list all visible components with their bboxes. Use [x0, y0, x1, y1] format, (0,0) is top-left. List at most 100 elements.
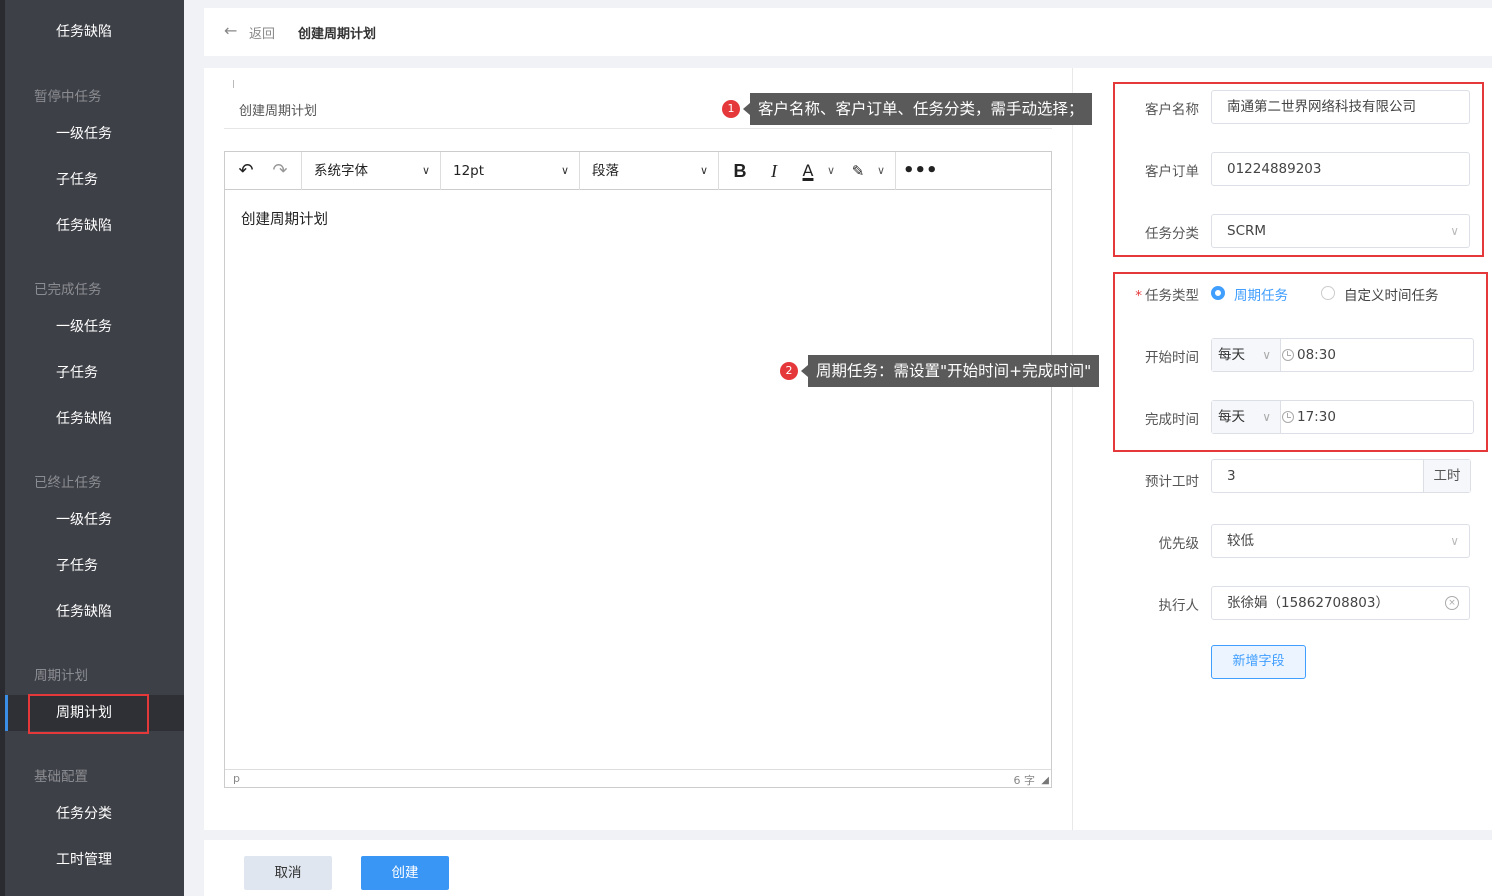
footer-bar: 取消 创建	[204, 840, 1492, 896]
italic-icon[interactable]: I	[761, 152, 787, 190]
chevron-down-icon: ∨	[560, 164, 569, 177]
annotation-tooltip-1: 客户名称、客户订单、任务分类，需手动选择；	[750, 93, 1092, 125]
font-size-value: 12pt	[453, 163, 485, 179]
sidebar-item-hours-management[interactable]: 工时管理	[5, 842, 184, 878]
annotation-number-2: 2	[780, 362, 798, 380]
start-frequency-select[interactable]: 每天 ∨	[1212, 339, 1281, 371]
back-arrow-icon[interactable]: ←	[224, 21, 237, 40]
chevron-down-icon: ∨	[1450, 534, 1459, 548]
sidebar-item-terminated-defects[interactable]: 任务缺陷	[5, 594, 184, 630]
page-header: ← 返回 创建周期计划	[204, 8, 1492, 56]
highlight-box-sidebar	[28, 694, 149, 734]
task-category-select[interactable]: SCRM ∨	[1211, 214, 1470, 248]
estimated-hours-label: 预计工时	[1145, 474, 1199, 490]
plan-title-input[interactable]: 创建周期计划	[239, 100, 317, 119]
end-time-label: 完成时间	[1145, 412, 1199, 428]
title-underline	[224, 128, 1052, 129]
chevron-down-icon[interactable]: ∨	[823, 152, 839, 190]
start-time-picker[interactable]: 08:30	[1282, 339, 1336, 371]
highlight-color-icon[interactable]: ✎	[845, 152, 871, 190]
task-category-value: SCRM	[1227, 223, 1267, 239]
word-count: 6 字	[1013, 774, 1036, 787]
assignee-label: 执行人	[1158, 598, 1200, 614]
tooltip-arrow	[801, 365, 808, 377]
sidebar-item-terminated-subtasks[interactable]: 子任务	[5, 548, 184, 584]
annotation-tooltip-2: 周期任务：需设置"开始时间+完成时间"	[808, 355, 1100, 387]
sidebar-item-paused-subtasks[interactable]: 子任务	[5, 162, 184, 198]
editor-content[interactable]: 创建周期计划	[241, 208, 328, 229]
required-asterisk: *	[1135, 288, 1142, 304]
estimated-hours-value: 3	[1227, 468, 1236, 484]
sidebar-item-paused-defects[interactable]: 任务缺陷	[5, 208, 184, 244]
create-button[interactable]: 创建	[361, 856, 449, 890]
tooltip-arrow	[743, 103, 750, 115]
assignee-value: 张徐娟（15862708803）	[1227, 595, 1389, 611]
start-time-value: 08:30	[1297, 347, 1336, 363]
estimated-hours-field[interactable]: 3 工时	[1211, 459, 1471, 493]
end-time-group: 每天 ∨ 17:30	[1211, 400, 1474, 434]
chevron-down-icon[interactable]: ∨	[873, 152, 889, 190]
radio-custom-time-task[interactable]	[1321, 286, 1335, 300]
bold-icon[interactable]: B	[727, 152, 753, 190]
assignee-select[interactable]: 张徐娟（15862708803） ×	[1211, 586, 1470, 620]
font-size-select[interactable]: 12pt ∨	[441, 152, 579, 190]
title-caret	[233, 80, 234, 88]
more-icon[interactable]: •••	[903, 152, 938, 190]
radio-custom-time-task-label[interactable]: 自定义时间任务	[1344, 284, 1439, 304]
clock-icon	[1282, 349, 1294, 361]
add-field-button[interactable]: 新增字段	[1211, 645, 1306, 679]
font-family-value: 系统字体	[314, 163, 368, 179]
chevron-down-icon: ∨	[699, 164, 708, 177]
sidebar-group-completed: 已完成任务	[34, 282, 102, 298]
radio-periodic-task[interactable]	[1211, 286, 1225, 300]
hours-unit-label: 工时	[1423, 460, 1470, 492]
sidebar-group-paused: 暂停中任务	[34, 89, 102, 105]
sidebar-item-terminated-level1[interactable]: 一级任务	[5, 502, 184, 538]
column-divider	[1072, 68, 1073, 830]
block-format-value: 段落	[592, 163, 619, 179]
editor-toolbar: ↶ ↷ 系统字体 ∨ 12pt ∨ 段落 ∨ B I A ∨ ✎ ∨ •••	[225, 152, 1051, 190]
undo-icon[interactable]: ↶	[231, 152, 261, 190]
customer-name-field[interactable]: 南通第二世界网络科技有限公司	[1211, 90, 1470, 124]
task-category-label: 任务分类	[1145, 226, 1199, 242]
chevron-down-icon: ∨	[421, 164, 430, 177]
sidebar-group-basic-config: 基础配置	[34, 769, 88, 785]
task-type-label: * 任务类型	[1119, 284, 1199, 304]
chevron-down-icon: ∨	[1262, 410, 1271, 424]
clock-icon	[1282, 411, 1294, 423]
text-color-icon[interactable]: A	[795, 152, 821, 190]
start-time-group: 每天 ∨ 08:30	[1211, 338, 1474, 372]
sidebar-item-task-category[interactable]: 任务分类	[5, 796, 184, 832]
sidebar-item-completed-defects[interactable]: 任务缺陷	[5, 401, 184, 437]
back-link[interactable]: 返回	[249, 23, 275, 42]
end-time-picker[interactable]: 17:30	[1282, 401, 1336, 433]
block-format-select[interactable]: 段落 ∨	[580, 152, 718, 190]
toolbar-separator	[895, 152, 896, 190]
start-time-label: 开始时间	[1145, 350, 1199, 366]
sidebar-item-task-defects[interactable]: 任务缺陷	[5, 14, 184, 50]
clear-icon[interactable]: ×	[1445, 596, 1459, 610]
sidebar-item-periodic-plan[interactable]: 周期计划	[5, 694, 184, 734]
sidebar-item-completed-subtasks[interactable]: 子任务	[5, 355, 184, 391]
redo-icon[interactable]: ↷	[265, 152, 295, 190]
priority-select[interactable]: 较低 ∨	[1211, 524, 1470, 558]
font-family-select[interactable]: 系统字体 ∨	[302, 152, 440, 190]
rich-text-editor: ↶ ↷ 系统字体 ∨ 12pt ∨ 段落 ∨ B I A ∨ ✎ ∨ ••• 创…	[224, 151, 1052, 788]
page-title: 创建周期计划	[298, 27, 377, 42]
cancel-button[interactable]: 取消	[244, 856, 332, 890]
radio-periodic-task-label[interactable]: 周期任务	[1234, 284, 1288, 304]
chevron-down-icon: ∨	[1450, 224, 1459, 238]
sidebar-group-periodic: 周期计划	[34, 668, 88, 684]
customer-order-field[interactable]: 01224889203	[1211, 152, 1470, 186]
annotation-number-1: 1	[722, 100, 740, 118]
end-time-value: 17:30	[1297, 409, 1336, 425]
end-frequency-select[interactable]: 每天 ∨	[1212, 401, 1281, 433]
element-path: p	[233, 772, 240, 785]
sidebar-item-completed-level1[interactable]: 一级任务	[5, 309, 184, 345]
editor-statusbar: p 6 字 ◢	[225, 769, 1051, 787]
task-type-label-text: 任务类型	[1145, 288, 1199, 304]
toolbar-separator	[718, 152, 719, 190]
resize-handle-icon[interactable]: ◢	[1041, 775, 1049, 786]
sidebar-item-paused-level1[interactable]: 一级任务	[5, 116, 184, 152]
sidebar: 任务缺陷 暂停中任务 一级任务 子任务 任务缺陷 已完成任务 一级任务 子任务 …	[0, 0, 184, 896]
